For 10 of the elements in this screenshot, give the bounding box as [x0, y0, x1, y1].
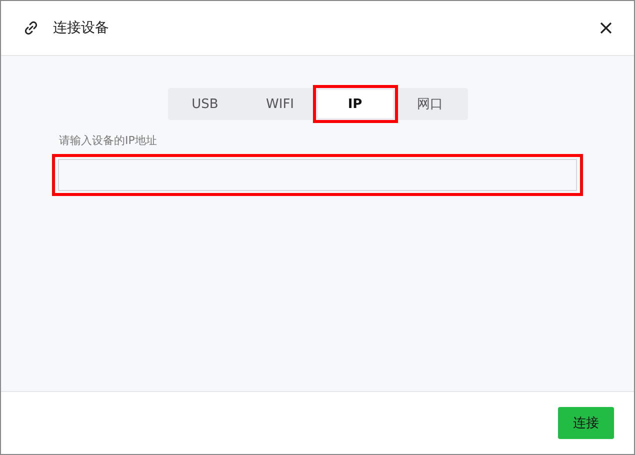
link-icon — [23, 20, 39, 36]
field-label: 请输入设备的IP地址 — [59, 133, 158, 148]
tab[interactable]: USB — [168, 88, 242, 120]
ip-input-field[interactable] — [58, 159, 577, 191]
tab[interactable]: 网口 — [392, 88, 468, 120]
tab[interactable]: IP — [318, 90, 392, 118]
connect-button[interactable]: 连接 — [558, 407, 614, 439]
tab[interactable]: WIFI — [242, 88, 318, 120]
window-title: 连接设备 — [53, 19, 110, 37]
close-icon[interactable] — [600, 22, 612, 34]
